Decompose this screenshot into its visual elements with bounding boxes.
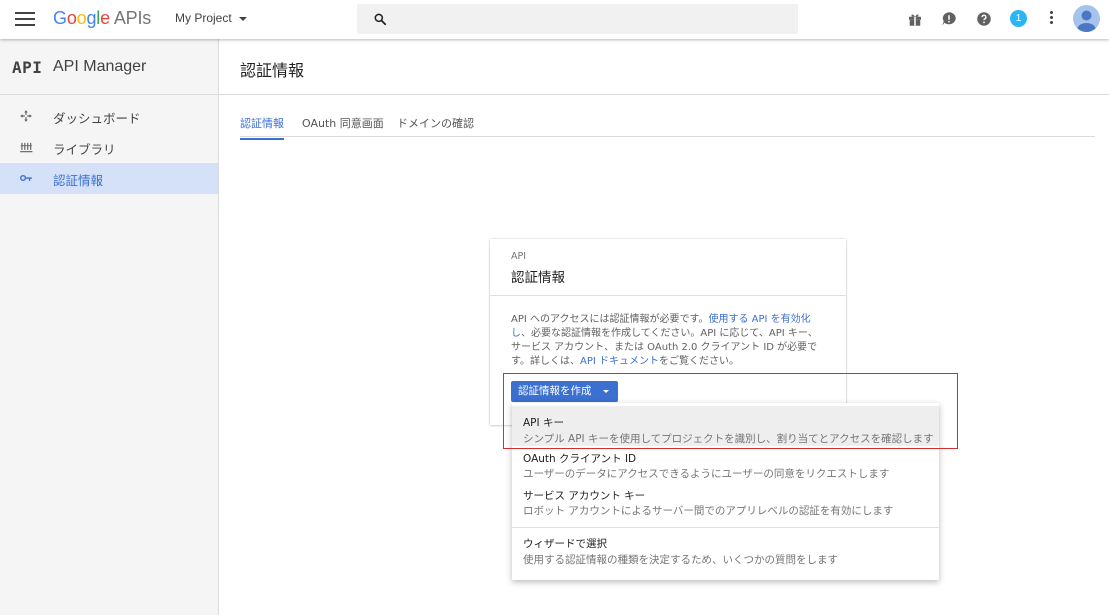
tab-oauth-consent[interactable]: OAuth 同意画面 bbox=[302, 115, 384, 138]
chevron-down-icon bbox=[238, 16, 247, 21]
avatar-person-icon bbox=[1077, 10, 1096, 32]
library-icon bbox=[20, 142, 33, 153]
menu-item-wizard[interactable]: ウィザードで選択 使用する認証情報の種類を決定するため、いくつかの質問をします bbox=[512, 533, 939, 573]
search-input[interactable] bbox=[397, 9, 787, 29]
key-icon bbox=[20, 174, 32, 182]
menu-item-api-key[interactable]: API キー シンプル API キーを使用してプロジェクトを識別し、割り当てとア… bbox=[512, 406, 939, 446]
sidebar-item-label: ダッシュボード bbox=[53, 111, 141, 126]
product-title: API Manager bbox=[53, 58, 147, 75]
more-vert-icon[interactable] bbox=[1050, 11, 1054, 27]
menu-icon[interactable] bbox=[15, 12, 35, 26]
tab-domain-verification[interactable]: ドメインの確認 bbox=[397, 115, 474, 138]
card-kicker: API bbox=[511, 251, 527, 262]
logo-letter: g bbox=[86, 8, 97, 28]
logo-letter: o bbox=[76, 8, 87, 28]
description-text: をご覧ください。 bbox=[659, 356, 739, 367]
menu-item-title: API キー bbox=[523, 417, 564, 429]
menu-item-title: サービス アカウント キー bbox=[523, 490, 646, 502]
description-text: API へのアクセスには認証情報が必要です。 bbox=[511, 314, 709, 325]
api-logo-icon: API bbox=[12, 58, 43, 77]
sidebar-header: API API Manager bbox=[0, 39, 218, 95]
chevron-down-icon bbox=[602, 390, 609, 393]
create-credentials-button[interactable]: 認証情報を作成 bbox=[511, 381, 618, 402]
google-apis-logo[interactable]: Google APIs bbox=[53, 8, 151, 29]
menu-item-service-account-key[interactable]: サービス アカウント キー ロボット アカウントによるサーバー間でのアプリレベル… bbox=[512, 485, 939, 523]
sidebar-item-label: ライブラリ bbox=[53, 142, 116, 157]
logo-apis-text: APIs bbox=[113, 8, 152, 28]
card-title: 認証情報 bbox=[511, 270, 565, 286]
project-name: My Project bbox=[175, 11, 232, 25]
avatar[interactable] bbox=[1073, 5, 1100, 32]
card-description: API へのアクセスには認証情報が必要です。使用する API を有効化し、必要な… bbox=[511, 313, 826, 369]
page-header: 認証情報 bbox=[219, 39, 1109, 95]
menu-item-title: OAuth クライアント ID bbox=[523, 453, 637, 465]
sidebar-item-library[interactable]: ライブラリ bbox=[0, 132, 218, 163]
divider bbox=[490, 295, 846, 296]
menu-item-oauth-client-id[interactable]: OAuth クライアント ID ユーザーのデータにアクセスできるようにユーザーの… bbox=[512, 448, 939, 484]
menu-item-description: ロボット アカウントによるサーバー間でのアプリレベルの認証を有効にします bbox=[523, 505, 894, 517]
feedback-icon[interactable] bbox=[940, 10, 958, 28]
sidebar: API API Manager ダッシュボード ライブラリ 認証情報 bbox=[0, 39, 219, 615]
credentials-card: API 認証情報 API へのアクセスには認証情報が必要です。使用する API … bbox=[490, 239, 846, 425]
tab-bar: 認証情報 OAuth 同意画面 ドメインの確認 bbox=[240, 112, 1095, 140]
dashboard-icon bbox=[20, 110, 32, 122]
help-icon[interactable] bbox=[975, 10, 993, 28]
top-app-bar: Google APIs My Project 1 bbox=[0, 0, 1109, 39]
sidebar-item-label: 認証情報 bbox=[53, 173, 104, 188]
logo-letter: e bbox=[100, 8, 110, 28]
sidebar-item-credentials[interactable]: 認証情報 bbox=[0, 163, 218, 194]
menu-item-description: ユーザーのデータにアクセスできるようにユーザーの同意をリクエストします bbox=[523, 468, 890, 480]
menu-item-description: 使用する認証情報の種類を決定するため、いくつかの質問をします bbox=[523, 554, 838, 566]
gift-icon[interactable] bbox=[906, 10, 924, 28]
menu-divider bbox=[512, 527, 939, 528]
sidebar-item-dashboard[interactable]: ダッシュボード bbox=[0, 101, 218, 132]
logo-letter: G bbox=[53, 8, 67, 28]
logo-letter: o bbox=[66, 8, 77, 28]
search-icon bbox=[374, 13, 387, 26]
page-title: 認証情報 bbox=[240, 61, 305, 80]
menu-item-title: ウィザードで選択 bbox=[523, 538, 607, 550]
notification-badge[interactable]: 1 bbox=[1010, 10, 1027, 27]
create-credentials-menu: API キー シンプル API キーを使用してプロジェクトを識別し、割り当てとア… bbox=[512, 403, 939, 580]
project-selector[interactable]: My Project bbox=[175, 11, 247, 25]
search-bar[interactable] bbox=[357, 4, 798, 34]
menu-item-description: シンプル API キーを使用してプロジェクトを識別し、割り当てとアクセスを確認し… bbox=[523, 433, 934, 445]
tab-credentials[interactable]: 認証情報 bbox=[240, 115, 284, 140]
api-docs-link[interactable]: API ドキュメント bbox=[580, 356, 659, 367]
create-credentials-label: 認証情報を作成 bbox=[518, 385, 592, 397]
